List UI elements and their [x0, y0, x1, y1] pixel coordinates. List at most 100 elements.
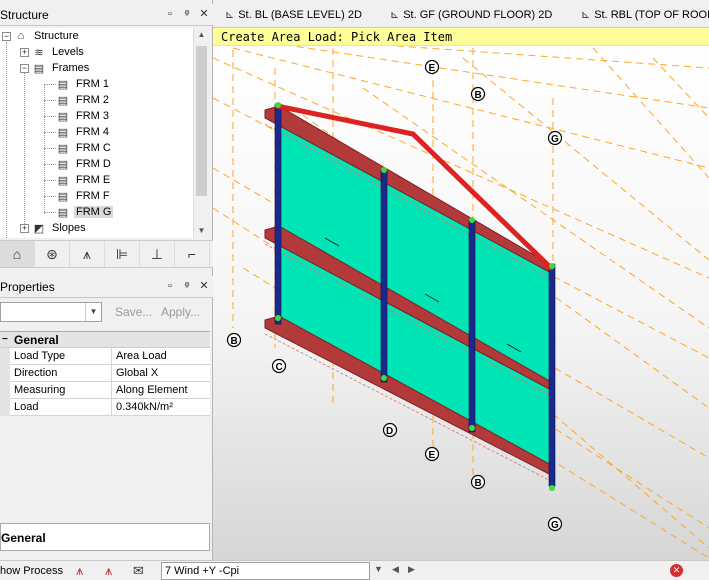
scroll-up-icon[interactable]: ▲	[194, 28, 209, 42]
slopes-icon: ◩	[33, 222, 45, 235]
svg-text:E: E	[429, 63, 436, 74]
svg-text:B: B	[475, 478, 482, 489]
frame-icon: ▤	[57, 94, 69, 107]
dropdown-icon[interactable]: ▫	[163, 279, 177, 293]
frame-icon: ▤	[57, 206, 69, 219]
frame-icon: ▤	[57, 158, 69, 171]
command-prompt-banner: Create Area Load: Pick Area Item	[213, 28, 709, 46]
frame-icon: ▤	[57, 174, 69, 187]
panel-toolstrip: ⌂ ⊛ ⩚ ⊫ ⊥ ⌐	[0, 240, 213, 268]
tree-item-frame[interactable]: ▤ FRM D	[56, 156, 113, 172]
tree-item-frame-selected[interactable]: ▤ FRM G	[56, 204, 114, 220]
tree-item-frame[interactable]: ▤ FRM 4	[56, 124, 111, 140]
svg-text:E: E	[429, 450, 436, 461]
svg-text:G: G	[551, 134, 559, 145]
structure-view-button[interactable]: ⌂	[0, 241, 35, 267]
load-case-select[interactable]: 7 Wind +Y -Cpi	[161, 562, 370, 580]
property-description: General	[0, 523, 210, 551]
frame-result-icon[interactable]: ⩚	[105, 563, 112, 579]
tree-item-frame[interactable]: ▤ FRM 2	[56, 92, 111, 108]
next-icon[interactable]: ▶	[408, 564, 415, 575]
tree-item-frame[interactable]: ▤ FRM C	[56, 140, 113, 156]
tree-item-levels[interactable]: + ≋ Levels	[20, 44, 86, 60]
property-set-select[interactable]: ▼	[0, 302, 102, 322]
tab-roof[interactable]: ⊾ St. RBL (TOP OF ROOF	[581, 8, 709, 22]
chevron-down-icon[interactable]: ▼	[374, 564, 383, 574]
tree-item-frames[interactable]: − ▤ Frames	[20, 60, 91, 76]
svg-text:D: D	[386, 426, 393, 437]
close-icon[interactable]: ✕	[197, 7, 211, 21]
structure-panel-header: Structure ▫ ᵠ ✕	[0, 4, 213, 26]
frame-icon: ▤	[33, 62, 45, 75]
left-panel: Structure ▫ ᵠ ✕ − ⌂ Structure + ≋ Levels	[0, 0, 213, 560]
mail-icon[interactable]: ✉	[133, 563, 144, 579]
loads-icon: ⊛	[46, 245, 58, 262]
pin-icon[interactable]: ᵠ	[180, 7, 194, 21]
frame-icon: ▤	[57, 190, 69, 203]
tree-item-slopes[interactable]: + ◩ Slopes	[20, 220, 88, 236]
frame-load-icon[interactable]: ⩚	[76, 563, 83, 579]
property-row[interactable]: Direction Global X	[0, 365, 210, 382]
connection-icon: ⊥	[150, 245, 164, 262]
member-icon: ⊫	[115, 245, 129, 262]
property-category[interactable]: − General	[0, 332, 210, 348]
structure-icon: ⌂	[12, 246, 22, 262]
dropdown-icon[interactable]: ▫	[163, 7, 177, 21]
view-tabs: ⊾ St. BL (BASE LEVEL) 2D ⊾ St. GF (GROUN…	[213, 0, 709, 28]
expand-icon[interactable]: +	[20, 47, 29, 57]
show-process-button[interactable]: how Process	[0, 565, 63, 577]
tab-ground-floor[interactable]: ⊾ St. GF (GROUND FLOOR) 2D	[390, 8, 552, 22]
scroll-down-icon[interactable]: ▼	[194, 224, 209, 238]
property-row[interactable]: Load 0.340kN/m²	[0, 399, 210, 416]
plan-view-icon: ⊾	[225, 9, 235, 21]
close-icon[interactable]: ✕	[197, 279, 211, 293]
collapse-icon[interactable]: −	[2, 31, 11, 41]
tree-scrollbar[interactable]: ▲ ▼	[193, 28, 208, 238]
connections-view-button[interactable]: ⊥	[140, 241, 175, 267]
tab-base-level[interactable]: ⊾ St. BL (BASE LEVEL) 2D	[225, 8, 362, 22]
structure-model[interactable]: E B G B C D E B G	[213, 28, 709, 560]
error-icon[interactable]: ✕	[670, 564, 683, 577]
loads-view-button[interactable]: ⊛	[35, 241, 70, 267]
save-button[interactable]: Save...	[115, 305, 152, 319]
svg-text:G: G	[551, 520, 559, 531]
property-row[interactable]: Load Type Area Load	[0, 348, 210, 365]
structure-icon: ⌂	[17, 30, 25, 42]
members-view-button[interactable]: ⊫	[105, 241, 140, 267]
previous-icon[interactable]: ◀	[392, 564, 399, 575]
supports-view-button[interactable]: ⩚	[70, 241, 105, 267]
expand-icon[interactable]: +	[20, 223, 29, 233]
property-grid: − General Load Type Area Load Direction …	[0, 331, 210, 416]
support-icon: ⩚	[83, 245, 91, 262]
tree-item-frame[interactable]: ▤ FRM 3	[56, 108, 111, 124]
3d-viewport[interactable]: E B G B C D E B G Create Area Load: Pick…	[213, 28, 709, 560]
tree-item-frame[interactable]: ▤ FRM 1	[56, 76, 111, 92]
frame-icon: ▤	[57, 126, 69, 139]
design-view-button[interactable]: ⌐	[175, 241, 210, 267]
design-icon: ⌐	[187, 246, 197, 262]
property-row[interactable]: Measuring Along Element	[0, 382, 210, 399]
frame-icon: ▤	[57, 78, 69, 91]
frame-icon: ▤	[57, 142, 69, 155]
frame-icon: ▤	[57, 110, 69, 123]
levels-icon: ≋	[34, 46, 44, 59]
tree-item-frame[interactable]: ▤ FRM F	[56, 188, 112, 204]
svg-text:B: B	[475, 90, 482, 101]
scroll-thumb[interactable]	[196, 46, 207, 196]
collapse-icon[interactable]: −	[2, 332, 8, 348]
properties-panel-header: Properties ▫ ᵠ ✕	[0, 276, 213, 298]
structure-panel-title: Structure	[0, 8, 49, 22]
chevron-down-icon[interactable]: ▼	[85, 303, 101, 321]
svg-text:B: B	[231, 336, 238, 347]
pin-icon[interactable]: ᵠ	[180, 279, 194, 293]
plan-view-icon: ⊾	[390, 9, 400, 21]
tree-item-frame[interactable]: ▤ FRM E	[56, 172, 112, 188]
properties-panel-title: Properties	[0, 280, 55, 294]
status-bar: how Process ⩚ ⩚ ✉ 7 Wind +Y -Cpi ▼ ◀ ▶ ✕	[0, 560, 709, 580]
svg-text:C: C	[276, 362, 283, 373]
structure-tree: − ⌂ Structure + ≋ Levels − ▤ Frames ▤ FR…	[0, 28, 208, 238]
plan-view-icon: ⊾	[581, 9, 591, 21]
apply-button[interactable]: Apply...	[161, 305, 200, 319]
tree-item-structure[interactable]: − ⌂ Structure	[2, 28, 81, 44]
collapse-icon[interactable]: −	[20, 63, 29, 73]
